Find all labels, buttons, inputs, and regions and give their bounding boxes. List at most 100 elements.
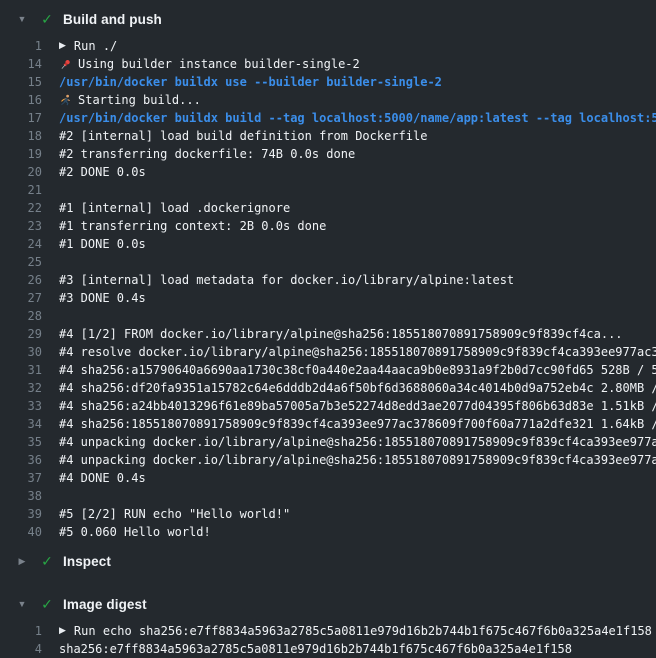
log-section-image-digest: ▼ ✓ Image digest 1 ▶Run echo sha256:e7ff… xyxy=(0,593,656,658)
section-title: Build and push xyxy=(63,12,162,27)
log-line: 36 #4 unpacking docker.io/library/alpine… xyxy=(0,451,656,469)
log-text: #2 DONE 0.0s xyxy=(59,165,656,179)
play-icon[interactable]: ▶ xyxy=(59,627,66,636)
chevron-down-icon[interactable]: ▼ xyxy=(17,600,27,609)
line-number[interactable]: 33 xyxy=(0,399,42,413)
log-text: #4 DONE 0.4s xyxy=(59,471,656,485)
line-number[interactable]: 36 xyxy=(0,453,42,467)
line-number[interactable]: 16 xyxy=(0,93,42,107)
log-line: 23 #1 transferring context: 2B 0.0s done xyxy=(0,217,656,235)
pushpin-icon xyxy=(59,58,72,71)
log-line: 20 #2 DONE 0.0s xyxy=(0,163,656,181)
line-number[interactable]: 28 xyxy=(0,309,42,323)
section-header-image-digest[interactable]: ▼ ✓ Image digest xyxy=(0,593,656,615)
log-line: 21 xyxy=(0,181,656,199)
play-icon[interactable]: ▶ xyxy=(59,42,66,51)
log-text: #4 [1/2] FROM docker.io/library/alpine@s… xyxy=(59,327,656,341)
line-number[interactable]: 34 xyxy=(0,417,42,431)
log-text: #4 sha256:a24bb4013296f61e89ba57005a7b3e… xyxy=(59,399,656,413)
line-number[interactable]: 30 xyxy=(0,345,42,359)
runner-icon xyxy=(59,94,72,107)
run-group-line[interactable]: 1 ▶Run ./ xyxy=(0,37,656,55)
line-number[interactable]: 32 xyxy=(0,381,42,395)
log-line: 18 #2 [internal] load build definition f… xyxy=(0,127,656,145)
line-number[interactable]: 38 xyxy=(0,489,42,503)
line-number[interactable]: 1 xyxy=(0,624,42,638)
workflow-log-viewer: ▼ ✓ Build and push 1 ▶Run ./ 14 Using bu… xyxy=(0,0,656,658)
log-line: 27 #3 DONE 0.4s xyxy=(0,289,656,307)
line-number[interactable]: 18 xyxy=(0,129,42,143)
log-line: 38 xyxy=(0,487,656,505)
chevron-down-icon[interactable]: ▼ xyxy=(17,15,27,24)
line-number[interactable]: 26 xyxy=(0,273,42,287)
line-number[interactable]: 22 xyxy=(0,201,42,215)
log-line: 4 sha256:e7ff8834a5963a2785c5a0811e979d1… xyxy=(0,640,656,658)
log-line: 37 #4 DONE 0.4s xyxy=(0,469,656,487)
log-text: ▶Run ./ xyxy=(59,39,656,53)
line-number[interactable]: 23 xyxy=(0,219,42,233)
log-text: /usr/bin/docker buildx build --tag local… xyxy=(59,111,656,125)
log-text: ▶Run echo sha256:e7ff8834a5963a2785c5a08… xyxy=(59,624,656,638)
line-number[interactable]: 31 xyxy=(0,363,42,377)
check-icon: ✓ xyxy=(40,597,54,611)
log-lines: 1 ▶Run echo sha256:e7ff8834a5963a2785c5a… xyxy=(0,622,656,658)
log-line: 31 #4 sha256:a15790640a6690aa1730c38cf0a… xyxy=(0,361,656,379)
log-line: 26 #3 [internal] load metadata for docke… xyxy=(0,271,656,289)
log-line: 35 #4 unpacking docker.io/library/alpine… xyxy=(0,433,656,451)
log-line: 15 /usr/bin/docker buildx use --builder … xyxy=(0,73,656,91)
line-number[interactable]: 14 xyxy=(0,57,42,71)
log-text: #1 [internal] load .dockerignore xyxy=(59,201,656,215)
line-number[interactable]: 37 xyxy=(0,471,42,485)
log-line: 29 #4 [1/2] FROM docker.io/library/alpin… xyxy=(0,325,656,343)
log-text: #1 DONE 0.0s xyxy=(59,237,656,251)
line-number[interactable]: 17 xyxy=(0,111,42,125)
log-text: #4 unpacking docker.io/library/alpine@sh… xyxy=(59,435,656,449)
line-number[interactable]: 4 xyxy=(0,642,42,656)
log-line: 39 #5 [2/2] RUN echo "Hello world!" xyxy=(0,505,656,523)
log-line: 14 Using builder instance builder-single… xyxy=(0,55,656,73)
line-number[interactable]: 20 xyxy=(0,165,42,179)
run-group-line[interactable]: 1 ▶Run echo sha256:e7ff8834a5963a2785c5a… xyxy=(0,622,656,640)
line-number[interactable]: 15 xyxy=(0,75,42,89)
line-number[interactable]: 40 xyxy=(0,525,42,539)
line-number[interactable]: 35 xyxy=(0,435,42,449)
log-text: #4 resolve docker.io/library/alpine@sha2… xyxy=(59,345,656,359)
section-title: Inspect xyxy=(63,554,111,569)
line-number[interactable]: 24 xyxy=(0,237,42,251)
line-number[interactable]: 25 xyxy=(0,255,42,269)
log-line: 25 xyxy=(0,253,656,271)
line-number[interactable]: 21 xyxy=(0,183,42,197)
chevron-right-icon[interactable]: ▶ xyxy=(17,557,27,566)
line-number[interactable]: 1 xyxy=(0,39,42,53)
line-number[interactable]: 19 xyxy=(0,147,42,161)
section-title: Image digest xyxy=(63,597,147,612)
log-line: 28 xyxy=(0,307,656,325)
log-line: 22 #1 [internal] load .dockerignore xyxy=(0,199,656,217)
log-line: 16 Starting build... xyxy=(0,91,656,109)
log-line: 32 #4 sha256:df20fa9351a15782c64e6dddb2d… xyxy=(0,379,656,397)
log-text: #2 [internal] load build definition from… xyxy=(59,129,656,143)
log-text: Using builder instance builder-single-2 xyxy=(59,57,656,71)
log-line: 19 #2 transferring dockerfile: 74B 0.0s … xyxy=(0,145,656,163)
line-number[interactable]: 39 xyxy=(0,507,42,521)
log-text: #4 sha256:a15790640a6690aa1730c38cf0a440… xyxy=(59,363,656,377)
log-line: 24 #1 DONE 0.0s xyxy=(0,235,656,253)
log-line: 17 /usr/bin/docker buildx build --tag lo… xyxy=(0,109,656,127)
log-text: #5 [2/2] RUN echo "Hello world!" xyxy=(59,507,656,521)
log-text: sha256:e7ff8834a5963a2785c5a0811e979d16b… xyxy=(59,642,656,656)
line-number[interactable]: 29 xyxy=(0,327,42,341)
log-text: #5 0.060 Hello world! xyxy=(59,525,656,539)
log-text: #4 sha256:df20fa9351a15782c64e6dddb2d4a6… xyxy=(59,381,656,395)
section-header-inspect[interactable]: ▶ ✓ Inspect xyxy=(0,550,656,572)
log-text: #2 transferring dockerfile: 74B 0.0s don… xyxy=(59,147,656,161)
line-number[interactable]: 27 xyxy=(0,291,42,305)
log-line: 34 #4 sha256:185518070891758909c9f839cf4… xyxy=(0,415,656,433)
log-line: 40 #5 0.060 Hello world! xyxy=(0,523,656,541)
log-line: 30 #4 resolve docker.io/library/alpine@s… xyxy=(0,343,656,361)
log-line: 33 #4 sha256:a24bb4013296f61e89ba57005a7… xyxy=(0,397,656,415)
section-header-build-and-push[interactable]: ▼ ✓ Build and push xyxy=(0,8,656,30)
log-text: #4 sha256:185518070891758909c9f839cf4ca3… xyxy=(59,417,656,431)
log-text: /usr/bin/docker buildx use --builder bui… xyxy=(59,75,656,89)
log-text: Starting build... xyxy=(59,93,656,107)
check-icon: ✓ xyxy=(40,12,54,26)
